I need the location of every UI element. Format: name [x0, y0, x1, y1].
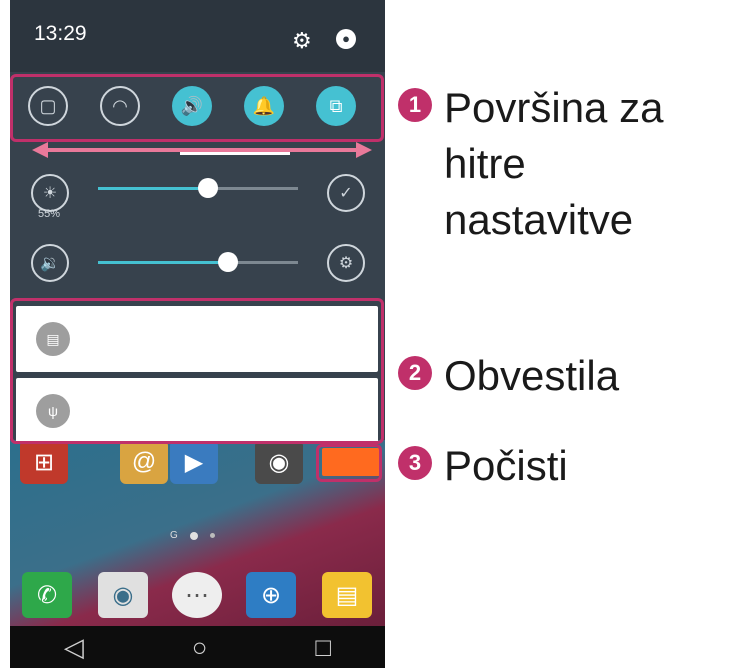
- home-app-icon[interactable]: ⊞: [20, 440, 68, 484]
- navigation-bar: ◁ ○ □: [10, 626, 385, 668]
- callout-text: Obvestila: [444, 352, 620, 399]
- callout-line: nastavitve: [444, 196, 634, 243]
- callout-text: Počisti: [444, 442, 568, 489]
- page-dot: [189, 531, 198, 540]
- brightness-thumb[interactable]: [198, 178, 218, 198]
- volume-thumb[interactable]: [218, 252, 238, 272]
- email-icon[interactable]: @: [120, 440, 168, 484]
- callout-number: 2: [398, 356, 432, 390]
- callout-number: 1: [398, 88, 432, 122]
- back-button[interactable]: ◁: [64, 632, 84, 663]
- volume-icon[interactable]: 🔉: [31, 244, 69, 282]
- contacts-icon[interactable]: ◉: [98, 572, 148, 618]
- callout-quick-settings: 1 Površina za hitre nastavitve: [398, 80, 741, 248]
- clear-highlight: [316, 444, 382, 482]
- callout-number: 3: [398, 446, 432, 480]
- callout-text: Površina za hitre nastavitve: [444, 80, 741, 248]
- brightness-icon[interactable]: ☀: [31, 174, 69, 212]
- scroll-arrow-icon: [32, 142, 372, 158]
- auto-brightness-check-icon[interactable]: ✓: [327, 174, 365, 212]
- gear-icon[interactable]: ⚙: [292, 28, 312, 54]
- browser-icon[interactable]: ⊕: [246, 572, 296, 618]
- user-icon[interactable]: ●: [336, 29, 356, 49]
- page-dot: [209, 533, 215, 538]
- phone-icon[interactable]: ✆: [22, 572, 72, 618]
- quick-settings-highlight: [10, 74, 384, 142]
- google-dot-label: G: [170, 530, 178, 541]
- clock: 13:29: [34, 22, 87, 45]
- volume-settings-gear-icon[interactable]: ⚙: [327, 244, 365, 282]
- volume-fill: [98, 261, 228, 264]
- notifications-highlight: [10, 298, 384, 444]
- status-bar: 13:29 ⚙ ●: [10, 0, 385, 72]
- play-store-icon[interactable]: ▶: [170, 440, 218, 484]
- messages-icon[interactable]: ▤: [322, 572, 372, 618]
- callout-notifications: 2 Obvestila: [398, 348, 619, 404]
- callout-line: Površina za hitre: [444, 84, 664, 187]
- apps-drawer-icon[interactable]: ⋯: [172, 572, 222, 618]
- brightness-fill: [98, 187, 208, 190]
- page-indicator: G: [170, 530, 215, 541]
- phone-screen: ⊞ @ ▶ ◉ G ✆ ◉ ⋯ ⊕ ▤ ◁ ○ □ 13:29 ⚙ ● ▢ ◠ 🔊 🔔…: [10, 0, 385, 668]
- camera-icon[interactable]: ◉: [255, 440, 303, 484]
- home-button[interactable]: ○: [192, 632, 208, 663]
- recents-button[interactable]: □: [315, 632, 331, 663]
- callout-clear: 3 Počisti: [398, 438, 568, 494]
- brightness-percent: 55%: [38, 208, 61, 220]
